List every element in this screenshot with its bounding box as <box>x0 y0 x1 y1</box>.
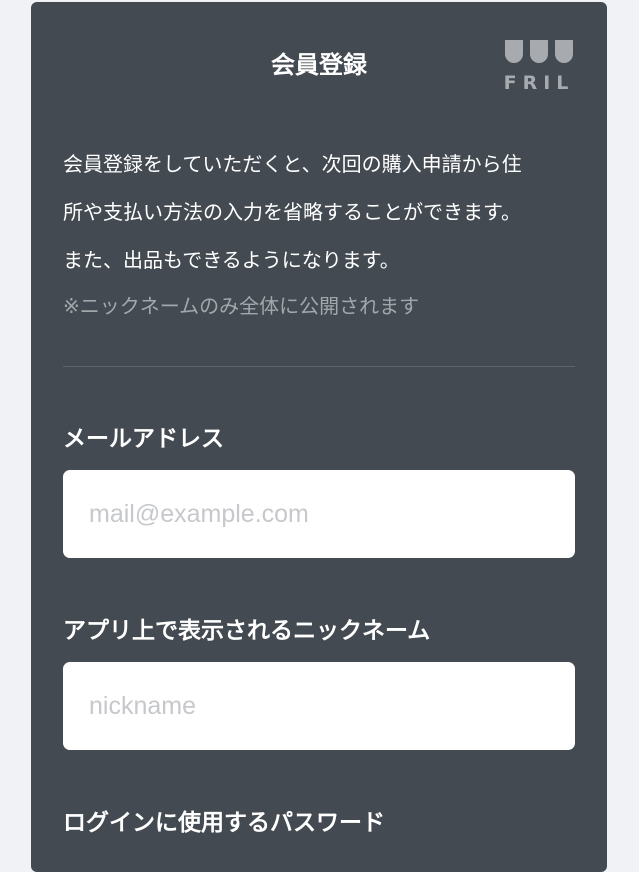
password-label: ログインに使用するパスワード <box>63 810 385 836</box>
intro-line: 会員登録をしていただくと、次回の購入申請から住 <box>63 152 522 176</box>
fril-logo-icon <box>505 40 573 63</box>
fril-logo: FRIL <box>503 38 577 96</box>
email-input[interactable] <box>63 470 575 558</box>
intro-line: 所や支払い方法の入力を省略することができます。 <box>63 200 521 224</box>
divider <box>63 366 575 367</box>
privacy-note: ※ニックネームのみ全体に公開されます <box>63 294 420 318</box>
logo-text: FRIL <box>503 72 575 94</box>
email-label: メールアドレス <box>63 426 224 452</box>
signup-card: 会員登録 FRIL 会員登録をしていただくと、次回の購入申請から住 所や支払い方… <box>31 2 607 872</box>
intro-line: また、出品もできるようになります。 <box>63 248 400 272</box>
nickname-input[interactable] <box>63 662 575 750</box>
nickname-label: アプリ上で表示されるニックネーム <box>63 618 431 644</box>
intro-text: 会員登録をしていただくと、次回の購入申請から住 所や支払い方法の入力を省略するこ… <box>63 140 583 328</box>
